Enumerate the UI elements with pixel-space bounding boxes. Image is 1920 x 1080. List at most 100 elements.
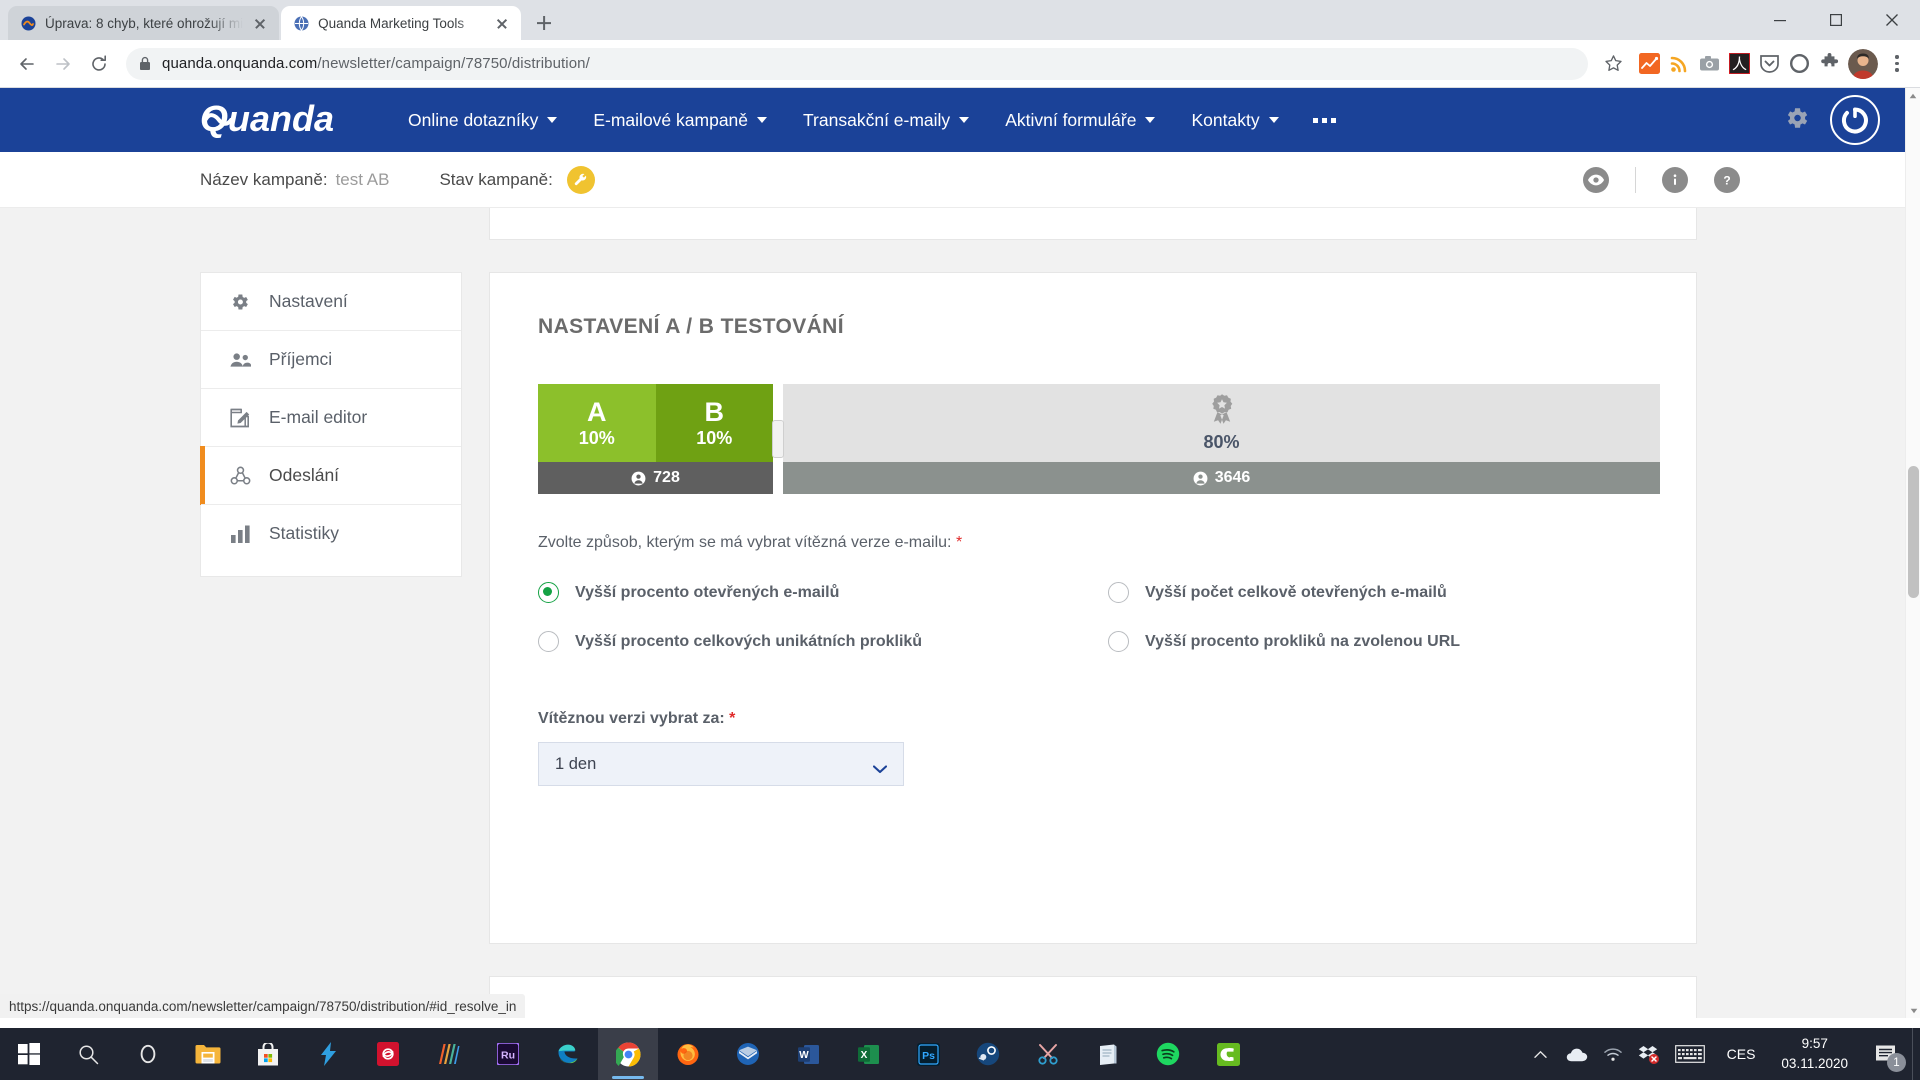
notepad-icon[interactable] bbox=[1078, 1028, 1138, 1080]
scroll-down-arrow-icon[interactable] bbox=[1906, 1003, 1920, 1018]
variant-b-segment[interactable]: B 10% bbox=[655, 384, 773, 462]
duration-label-text: Vítěznou verzi vybrat za: bbox=[538, 710, 725, 727]
sidebar-item-prijemci[interactable]: Příjemci bbox=[201, 330, 461, 388]
keyboard-language-indicator[interactable]: CES bbox=[1713, 1046, 1770, 1062]
scroll-up-arrow-icon[interactable] bbox=[1906, 88, 1920, 103]
photoshop-icon[interactable]: Ps bbox=[898, 1028, 958, 1080]
duration-select[interactable]: 1 den bbox=[538, 742, 904, 786]
microsoft-edge-icon[interactable] bbox=[538, 1028, 598, 1080]
clock[interactable]: 9:57 03.11.2020 bbox=[1769, 1034, 1860, 1073]
close-icon[interactable] bbox=[493, 14, 511, 32]
wrench-icon[interactable] bbox=[566, 165, 595, 194]
show-hidden-icons-chevron[interactable] bbox=[1523, 1028, 1559, 1080]
close-icon[interactable] bbox=[251, 14, 269, 32]
screenshot-camera-icon[interactable] bbox=[1696, 51, 1722, 77]
radio-option-higher-total-opens[interactable]: Vyšší počet celkově otevřených e-mailů bbox=[1108, 582, 1648, 603]
minimize-button[interactable] bbox=[1752, 0, 1808, 40]
ab-split-slider[interactable] bbox=[772, 384, 784, 494]
power-account-icon[interactable] bbox=[1830, 95, 1880, 145]
rss-feed-icon[interactable] bbox=[1666, 51, 1692, 77]
page-scrollbar[interactable] bbox=[1905, 88, 1920, 1018]
touch-keyboard-icon[interactable] bbox=[1667, 1028, 1713, 1080]
bar-chart-icon bbox=[229, 525, 251, 543]
circle-extension-icon[interactable] bbox=[1786, 51, 1812, 77]
browser-menu-icon[interactable] bbox=[1884, 49, 1910, 79]
preview-eye-icon[interactable] bbox=[1583, 166, 1609, 193]
winner-recipients-bar: 3646 bbox=[783, 462, 1660, 494]
microsoft-word-icon[interactable]: W bbox=[778, 1028, 838, 1080]
onedrive-cloud-icon[interactable] bbox=[1559, 1028, 1595, 1080]
edit-icon bbox=[229, 408, 251, 428]
radio-option-higher-url-clicks-percent[interactable]: Vyšší procento prokliků na zvolenou URL bbox=[1108, 631, 1648, 652]
tab-title: Quanda Marketing Tools bbox=[318, 15, 465, 31]
nav-item-online-dotazniky[interactable]: Online dotazníky bbox=[390, 110, 575, 131]
nav-item-kontakty[interactable]: Kontakty bbox=[1173, 110, 1296, 131]
forward-icon[interactable] bbox=[46, 47, 80, 81]
sidebar-item-nastaveni[interactable]: Nastavení bbox=[201, 273, 461, 330]
close-window-button[interactable] bbox=[1864, 0, 1920, 40]
winner-method-question: Zvolte způsob, kterým se má vybrat vítěz… bbox=[538, 534, 1648, 552]
more-menu-icon[interactable] bbox=[1297, 117, 1352, 123]
cortana-icon[interactable] bbox=[118, 1028, 178, 1080]
sidebar-item-statistiky[interactable]: Statistiky bbox=[201, 504, 461, 562]
new-tab-button[interactable] bbox=[527, 6, 561, 40]
nav-item-transakcni-emaily[interactable]: Transakční e-maily bbox=[785, 110, 987, 131]
radio-button[interactable] bbox=[1108, 631, 1129, 652]
adobe-acrobat-icon[interactable]: 人 bbox=[1726, 51, 1752, 77]
browser-tab-1[interactable]: Úprava: 8 chyb, které ohrožují mi bbox=[8, 6, 280, 40]
info-icon[interactable] bbox=[1662, 166, 1688, 193]
reload-icon[interactable] bbox=[82, 47, 116, 81]
thunderbird-icon[interactable] bbox=[718, 1028, 778, 1080]
help-icon[interactable]: ? bbox=[1714, 166, 1740, 193]
nav-item-emailove-kampane[interactable]: E-mailové kampaně bbox=[575, 110, 785, 131]
spotify-icon[interactable] bbox=[1138, 1028, 1198, 1080]
wifi-icon[interactable] bbox=[1595, 1028, 1631, 1080]
radio-option-higher-open-percent[interactable]: Vyšší procento otevřených e-mailů bbox=[538, 582, 1108, 603]
window-controls bbox=[1752, 0, 1920, 40]
nav-item-aktivni-formulare[interactable]: Aktivní formuláře bbox=[987, 110, 1173, 131]
microsoft-excel-icon[interactable]: X bbox=[838, 1028, 898, 1080]
radio-button[interactable] bbox=[538, 631, 559, 652]
radio-button[interactable] bbox=[538, 582, 559, 603]
avatar[interactable] bbox=[1848, 48, 1878, 79]
dropbox-error-icon[interactable] bbox=[1631, 1028, 1667, 1080]
svg-text:W: W bbox=[799, 1050, 809, 1061]
steam-icon[interactable] bbox=[958, 1028, 1018, 1080]
show-desktop-button[interactable] bbox=[1912, 1028, 1920, 1080]
stripes-app-icon[interactable] bbox=[418, 1028, 478, 1080]
notification-center-icon[interactable]: 1 bbox=[1860, 1028, 1912, 1080]
address-bar[interactable]: quanda.onquanda.com/newsletter/campaign/… bbox=[126, 47, 1588, 80]
file-explorer-icon[interactable] bbox=[178, 1028, 238, 1080]
sidebar-item-label: Příjemci bbox=[269, 349, 333, 369]
adobe-creative-cloud-icon[interactable] bbox=[358, 1028, 418, 1080]
app-header: Quanda Online dotazníky E-mailové kampan… bbox=[0, 88, 1920, 152]
maximize-button[interactable] bbox=[1808, 0, 1864, 40]
clock-time: 9:57 bbox=[1801, 1036, 1828, 1052]
pocket-shield-icon[interactable] bbox=[1756, 51, 1782, 77]
start-windows-icon[interactable] bbox=[0, 1028, 58, 1080]
search-icon[interactable] bbox=[58, 1028, 118, 1080]
radio-button[interactable] bbox=[1108, 582, 1129, 603]
mozilla-firefox-icon[interactable] bbox=[658, 1028, 718, 1080]
green-c-app-icon[interactable] bbox=[1198, 1028, 1258, 1080]
chart-extension-icon[interactable] bbox=[1636, 51, 1662, 77]
sidebar-item-odeslani[interactable]: Odeslání bbox=[200, 446, 461, 505]
browser-tab-2[interactable]: Quanda Marketing Tools bbox=[281, 6, 522, 40]
quanda-logo[interactable]: Quanda bbox=[200, 98, 360, 142]
back-icon[interactable] bbox=[10, 47, 44, 81]
google-chrome-icon[interactable] bbox=[598, 1028, 658, 1080]
puzzle-extensions-icon[interactable] bbox=[1816, 51, 1842, 77]
sidebar-item-email-editor[interactable]: E-mail editor bbox=[201, 388, 461, 446]
slider-handle[interactable] bbox=[772, 420, 784, 458]
snipping-tool-icon[interactable] bbox=[1018, 1028, 1078, 1080]
browser-titlebar: Úprava: 8 chyb, které ohrožují mi Quanda… bbox=[0, 0, 1920, 40]
windows-taskbar: Ru W X Ps CES 9:57 03.11.2020 1 bbox=[0, 1028, 1920, 1080]
microsoft-store-icon[interactable] bbox=[238, 1028, 298, 1080]
settings-gear-icon[interactable] bbox=[1784, 105, 1810, 136]
radio-option-higher-unique-clicks-percent[interactable]: Vyšší procento celkových unikátních prok… bbox=[538, 631, 1108, 652]
premiere-rush-icon[interactable]: Ru bbox=[478, 1028, 538, 1080]
blue-lightning-icon[interactable] bbox=[298, 1028, 358, 1080]
variant-a-segment[interactable]: A 10% bbox=[538, 384, 656, 462]
bookmark-star-icon[interactable] bbox=[1598, 49, 1628, 79]
scrollbar-thumb[interactable] bbox=[1908, 466, 1919, 598]
